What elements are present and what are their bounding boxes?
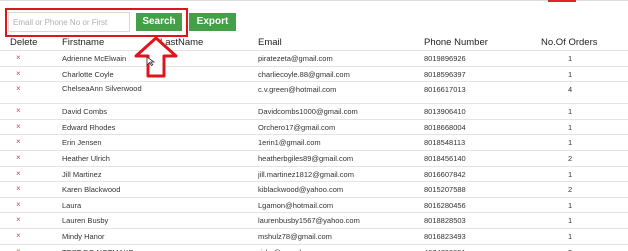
firstname-cell: Charlotte Coyle	[62, 69, 114, 79]
email-cell: c.v.green@hotmail.com	[258, 85, 337, 95]
firstname-cell: Adrienne McElwain	[62, 54, 127, 63]
phone-cell: 8018596397	[424, 69, 466, 79]
arrow-up-annotation-icon	[134, 36, 178, 78]
firstname-cell: Karen Blackwood	[62, 185, 121, 195]
email-cell: kiblackwood@yahoo.com	[258, 185, 344, 195]
orders-cell: 1	[568, 122, 573, 132]
table-row: × TEST DO NOTMAKE ricky@munchem.com 4074798…	[0, 243, 628, 251]
search-button[interactable]: Search	[136, 13, 182, 31]
firstname-cell: David Combs	[62, 107, 108, 117]
phone-cell: 8018548113	[424, 138, 466, 148]
delete-icon[interactable]: ×	[16, 169, 21, 178]
firstname-cell: Laura	[62, 200, 82, 210]
table-row: × Lauren Busby laurenbusby1567@yahoo.com 80…	[0, 212, 628, 228]
table-row: × Karen Blackwood kiblackwood@yahoo.com 801…	[0, 181, 628, 197]
firstname-cell: TEST DO NOTMAKE	[62, 248, 134, 251]
delete-icon[interactable]: ×	[16, 106, 21, 115]
mouse-cursor-icon	[146, 56, 156, 66]
delete-icon[interactable]: ×	[16, 184, 21, 193]
phone-cell: 4074798551	[424, 248, 466, 251]
email-cell: Lgamon@hotmail.com	[258, 200, 334, 210]
delete-icon[interactable]: ×	[16, 247, 21, 251]
delete-icon[interactable]: ×	[16, 69, 21, 78]
phone-cell: 8018828503	[424, 216, 466, 226]
phone-cell: 8016617013	[424, 85, 466, 95]
column-header-email[interactable]: Email	[258, 37, 282, 48]
orders-cell: 2	[568, 185, 573, 195]
table-row: × Charlotte Coyle charliecoyle.88@gmail.co…	[0, 65, 628, 82]
orders-cell: 1	[568, 138, 573, 148]
email-cell: laurenbusby1567@yahoo.com	[258, 216, 360, 226]
column-header-delete: Delete	[10, 37, 38, 48]
table-row: × Mindy Hanor mshulz78@gmail.com 8016823493…	[0, 227, 628, 244]
column-header-firstname[interactable]: Firstname	[62, 37, 104, 48]
delete-icon[interactable]: ×	[16, 231, 21, 240]
firstname-cell: Mindy Hanor	[62, 231, 105, 241]
email-cell: Davidcombs1000@gmail.com	[258, 107, 358, 117]
table-row: × David Combs Davidcombs1000@gmail.com 8013…	[0, 103, 628, 119]
orders-cell: 1	[568, 107, 573, 117]
orders-cell: 1	[568, 69, 573, 79]
table-row: × Edward Rhodes Orchero17@gmail.com 8018668…	[0, 118, 628, 135]
phone-cell: 8018456140	[424, 153, 466, 163]
phone-cell: 8016607842	[424, 169, 466, 179]
firstname-cell: Edward Rhodes	[62, 122, 116, 132]
table-row: × Adrienne McElwain piratezeta@gmail.com 80…	[0, 50, 628, 66]
orders-cell: 1	[568, 200, 573, 210]
email-cell: 1erin1@gmail.com	[258, 138, 321, 148]
delete-icon[interactable]: ×	[16, 84, 21, 93]
table-row: × Jill Martinez jill.martinez1812@gmail.co…	[0, 165, 628, 182]
orders-cell: 2	[568, 153, 573, 163]
table-row: × Heather Ulrich heatherbgiles89@gmail.com…	[0, 149, 628, 166]
orders-cell: 1	[568, 54, 573, 63]
delete-icon[interactable]: ×	[16, 122, 21, 131]
orders-cell: 4	[568, 85, 573, 95]
table-row: × Erin Jensen 1erin1@gmail.com 8018548113 1	[0, 134, 628, 150]
firstname-cell: Lauren Busby	[62, 216, 109, 226]
firstname-cell: Jill Martinez	[62, 169, 102, 179]
phone-cell: 8015207588	[424, 185, 466, 195]
phone-cell: 8016823493	[424, 231, 466, 241]
top-divider	[0, 0, 628, 1]
phone-cell: 8016280456	[424, 200, 466, 210]
delete-icon[interactable]: ×	[16, 53, 21, 62]
email-cell: charliecoyle.88@gmail.com	[258, 69, 350, 79]
email-cell: ricky@munchem.com	[258, 248, 330, 251]
orders-cell: 1	[568, 231, 573, 241]
email-cell: heatherbgiles89@gmail.com	[258, 153, 354, 163]
delete-icon[interactable]: ×	[16, 137, 21, 146]
phone-cell: 8013906410	[424, 107, 466, 117]
orders-cell: 1	[568, 169, 573, 179]
delete-icon[interactable]: ×	[16, 215, 21, 224]
orders-cell: 1	[568, 216, 573, 226]
customer-table: × Adrienne McElwain piratezeta@gmail.com 80…	[0, 50, 628, 251]
column-header-phone[interactable]: Phone Number	[424, 37, 488, 48]
firstname-cell: Heather Ulrich	[62, 153, 110, 163]
email-cell: piratezeta@gmail.com	[258, 54, 333, 63]
search-input[interactable]	[8, 12, 130, 32]
delete-icon[interactable]: ×	[16, 200, 21, 209]
email-cell: jill.martinez1812@gmail.com	[258, 169, 354, 179]
phone-cell: 8019896926	[424, 54, 466, 63]
email-cell: Orchero17@gmail.com	[258, 122, 336, 132]
delete-icon[interactable]: ×	[16, 153, 21, 162]
top-accent-bar	[548, 0, 576, 2]
export-button[interactable]: Export	[189, 13, 236, 31]
column-header-orders[interactable]: No.Of Orders	[541, 37, 598, 48]
orders-cell: 2	[568, 248, 572, 251]
table-row: × Laura Lgamon@hotmail.com 8016280456 1	[0, 196, 628, 213]
table-row: × ChelseaAnn Silverwood c.v.green@hotmail.…	[0, 81, 628, 103]
phone-cell: 8018668004	[424, 122, 466, 132]
email-cell: mshulz78@gmail.com	[258, 231, 332, 241]
firstname-cell: Erin Jensen	[62, 138, 102, 148]
firstname-cell: ChelseaAnn Silverwood	[62, 84, 142, 94]
